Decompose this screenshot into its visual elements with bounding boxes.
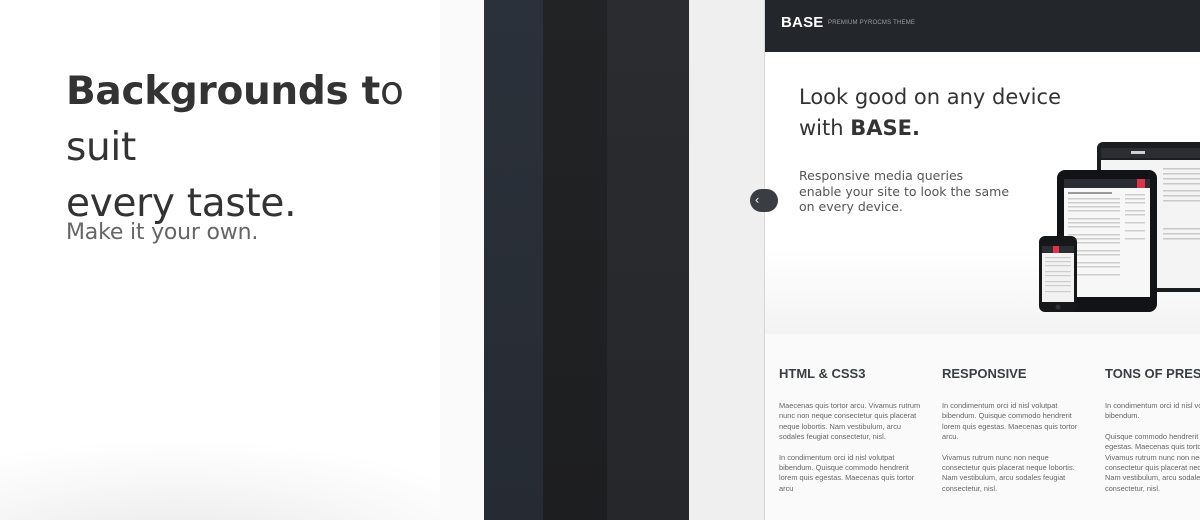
- background-swatch-black[interactable]: [543, 0, 607, 520]
- feature-responsive: RESPONSIVE In condimentum orci id nisl v…: [942, 366, 1087, 504]
- background-swatch-charcoal[interactable]: [607, 0, 689, 520]
- feature-html-css3: HTML & CSS3 Maecenas quis tortor arcu. V…: [779, 366, 924, 504]
- gap-strip: [440, 0, 484, 520]
- hero-title-prefix: with: [799, 116, 851, 140]
- feature-text: Quisque commodo hendrerit lorem quis ege…: [1105, 431, 1200, 493]
- hero-title-line1: Look good on any device: [799, 85, 1061, 109]
- devices-illustration: [1039, 142, 1200, 312]
- brand-logo[interactable]: BASE: [781, 14, 823, 31]
- headline-bold: Backgrounds t: [66, 69, 381, 114]
- hero-title-brand: BASE.: [850, 116, 920, 140]
- chevron-left-icon: ‹: [754, 193, 760, 207]
- subline: Make it your own.: [66, 220, 259, 245]
- feature-title: HTML & CSS3: [779, 366, 866, 381]
- brand-tagline: PREMIUM PYROCMS THEME: [828, 20, 916, 26]
- hero-description: Responsive media queries enable your sit…: [799, 168, 1010, 214]
- feature-presets: TONS OF PRESETS In condimentum orci id n…: [1105, 366, 1200, 504]
- feature-title: RESPONSIVE: [942, 366, 1027, 381]
- panel-toggle-button[interactable]: ‹: [750, 189, 778, 212]
- feature-text: Maecenas quis tortor arcu. Vivamus rutru…: [779, 401, 921, 442]
- headline: Backgrounds to suit every taste.: [66, 64, 440, 232]
- background-swatch-light[interactable]: [689, 0, 764, 520]
- feature-title: TONS OF PRESETS: [1105, 366, 1200, 381]
- hero-title: Look good on any device with BASE.: [799, 82, 1061, 144]
- left-panel: Backgrounds to suit every taste. Make it …: [0, 0, 440, 520]
- feature-text: In condimentum orci id nisl volutpat bib…: [779, 452, 915, 493]
- background-swatch-navy[interactable]: [484, 0, 543, 520]
- site-header: BASE PREMIUM PYROCMS THEME: [765, 0, 1200, 52]
- feature-text: In condimentum orci id nisl volutpat bib…: [942, 401, 1078, 442]
- feature-text: Vivamus rutrum nunc non neque consectetu…: [942, 452, 1075, 493]
- feature-text: In condimentum orci id nisl volutpat bib…: [1105, 401, 1200, 421]
- theme-preview: BASE PREMIUM PYROCMS THEME Look good on …: [764, 0, 1200, 520]
- phone-device: [1039, 236, 1077, 312]
